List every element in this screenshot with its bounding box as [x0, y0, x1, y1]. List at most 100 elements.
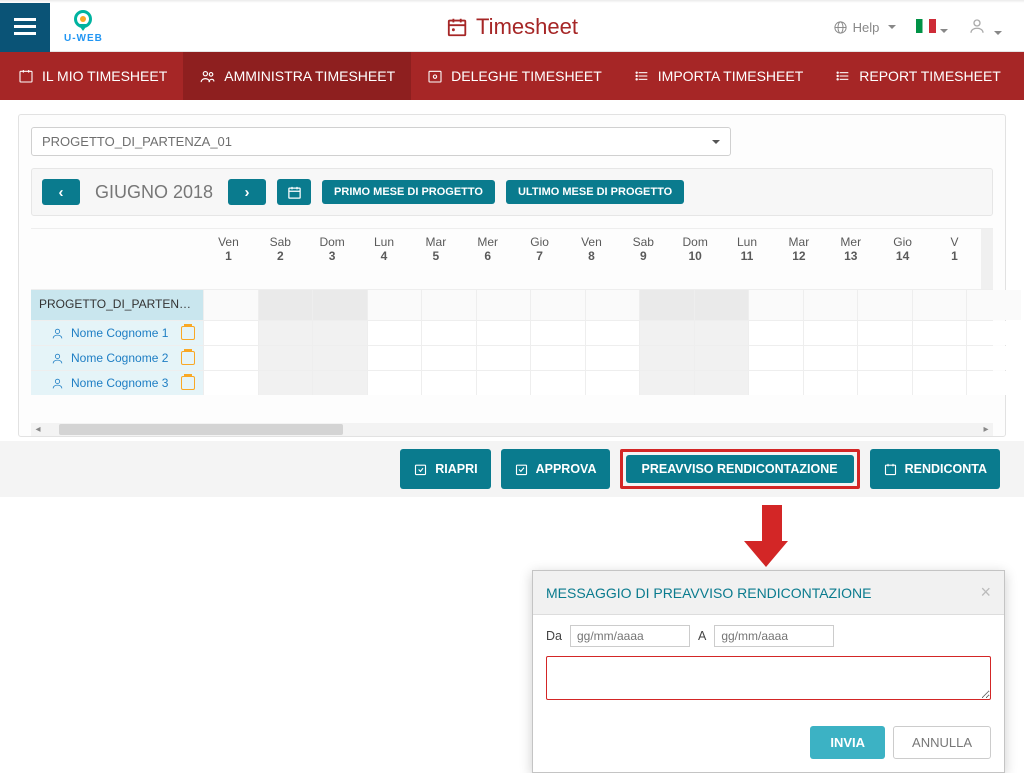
message-textarea[interactable]: [546, 656, 991, 700]
grid-cell[interactable]: [421, 321, 476, 345]
menu-toggle[interactable]: [0, 3, 50, 52]
grid-cell[interactable]: [639, 290, 694, 320]
grid-cell[interactable]: [367, 290, 422, 320]
grid-cell[interactable]: [476, 371, 531, 395]
calendar-user-icon: [427, 68, 443, 84]
person-calendar-icon[interactable]: [181, 351, 195, 365]
grid-cell[interactable]: [530, 321, 585, 345]
grid-cell[interactable]: [585, 346, 640, 370]
grid-cell[interactable]: [367, 371, 422, 395]
grid-cell[interactable]: [694, 346, 749, 370]
grid-cell[interactable]: [476, 346, 531, 370]
nav-deleghe-timesheet[interactable]: DELEGHE TIMESHEET: [411, 52, 618, 100]
scroll-thumb[interactable]: [59, 424, 343, 435]
rendiconta-button[interactable]: RENDICONTA: [870, 449, 1000, 489]
grid-cell[interactable]: [312, 290, 367, 320]
grid-cell[interactable]: [639, 321, 694, 345]
nav-admin-timesheet[interactable]: AMMINISTRA TIMESHEET: [183, 52, 411, 100]
grid-cell[interactable]: [367, 346, 422, 370]
grid-cell[interactable]: [639, 346, 694, 370]
grid-cell[interactable]: [912, 371, 967, 395]
person-label[interactable]: Nome Cognome 3: [31, 371, 203, 395]
grid-cell[interactable]: [258, 346, 313, 370]
next-month-button[interactable]: ›: [228, 179, 266, 205]
nav-label: REPORT TIMESHEET: [859, 68, 1001, 84]
riapri-button[interactable]: RIAPRI: [400, 449, 490, 489]
grid-cell[interactable]: [203, 321, 258, 345]
ultimo-mese-button[interactable]: ULTIMO MESE DI PROGETTO: [506, 180, 684, 204]
grid-cell[interactable]: [748, 290, 803, 320]
scroll-right-icon[interactable]: ▸: [979, 424, 993, 435]
language-selector[interactable]: [916, 19, 948, 36]
grid-cell[interactable]: [312, 346, 367, 370]
grid-cell[interactable]: [803, 346, 858, 370]
grid-cell[interactable]: [203, 371, 258, 395]
grid-cell[interactable]: [258, 321, 313, 345]
grid-cell[interactable]: [258, 290, 313, 320]
grid-cell[interactable]: [857, 290, 912, 320]
grid-cell[interactable]: [748, 321, 803, 345]
person-label[interactable]: Nome Cognome 2: [31, 346, 203, 370]
grid-cell[interactable]: [966, 371, 1021, 395]
grid-cell[interactable]: [694, 371, 749, 395]
nav-label: DELEGHE TIMESHEET: [451, 68, 602, 84]
grid-cell[interactable]: [312, 371, 367, 395]
nav-importa-timesheet[interactable]: IMPORTA TIMESHEET: [618, 52, 819, 100]
invia-button[interactable]: INVIA: [810, 726, 885, 759]
person-label[interactable]: Nome Cognome 1: [31, 321, 203, 345]
grid-cell[interactable]: [367, 321, 422, 345]
grid-cell[interactable]: [857, 371, 912, 395]
grid-cell[interactable]: [748, 346, 803, 370]
grid-cell[interactable]: [694, 321, 749, 345]
primo-mese-button[interactable]: PRIMO MESE DI PROGETTO: [322, 180, 495, 204]
preavviso-button[interactable]: PREAVVISO RENDICONTAZIONE: [626, 455, 854, 483]
grid-cell[interactable]: [857, 321, 912, 345]
modal-close-button[interactable]: ×: [980, 582, 991, 603]
prev-month-button[interactable]: ‹: [42, 179, 80, 205]
grid-cell[interactable]: [803, 290, 858, 320]
scroll-left-icon[interactable]: ◂: [31, 424, 45, 435]
grid-cell[interactable]: [803, 321, 858, 345]
grid-cell[interactable]: [966, 290, 1021, 320]
calendar-picker-button[interactable]: [277, 179, 311, 205]
grid-cell[interactable]: [585, 290, 640, 320]
grid-cell[interactable]: [639, 371, 694, 395]
grid-cell[interactable]: [421, 290, 476, 320]
grid-cell[interactable]: [966, 321, 1021, 345]
annulla-button[interactable]: ANNULLA: [893, 726, 991, 759]
grid-cell[interactable]: [585, 371, 640, 395]
grid-cell[interactable]: [203, 290, 258, 320]
grid-cell[interactable]: [421, 371, 476, 395]
grid-cell[interactable]: [530, 346, 585, 370]
user-menu[interactable]: [968, 17, 1002, 38]
day-header: Mar12: [773, 229, 825, 289]
grid-cell[interactable]: [803, 371, 858, 395]
grid-cell[interactable]: [476, 290, 531, 320]
grid-cell[interactable]: [912, 346, 967, 370]
nav-my-timesheet[interactable]: IL MIO TIMESHEET: [2, 52, 183, 100]
grid-cell[interactable]: [312, 321, 367, 345]
approva-button[interactable]: APPROVA: [501, 449, 610, 489]
grid-cell[interactable]: [694, 290, 749, 320]
project-select[interactable]: PROGETTO_DI_PARTENZA_01: [31, 127, 731, 156]
help-link[interactable]: Help: [833, 20, 897, 35]
grid-cell[interactable]: [258, 371, 313, 395]
grid-cell[interactable]: [530, 290, 585, 320]
grid-cell[interactable]: [857, 346, 912, 370]
grid-cell[interactable]: [966, 346, 1021, 370]
horizontal-scrollbar[interactable]: ◂ ▸: [31, 423, 993, 436]
grid-cell[interactable]: [912, 321, 967, 345]
grid-cell[interactable]: [421, 346, 476, 370]
grid-cell[interactable]: [203, 346, 258, 370]
grid-cell[interactable]: [912, 290, 967, 320]
person-calendar-icon[interactable]: [181, 326, 195, 340]
grid-cell[interactable]: [585, 321, 640, 345]
nav-report-timesheet[interactable]: REPORT TIMESHEET: [819, 52, 1017, 100]
grid-cell[interactable]: [530, 371, 585, 395]
person-calendar-icon[interactable]: [181, 376, 195, 390]
project-label[interactable]: PROGETTO_DI_PARTENZ...: [31, 290, 203, 320]
grid-cell[interactable]: [748, 371, 803, 395]
date-from-input[interactable]: [570, 625, 690, 647]
grid-cell[interactable]: [476, 321, 531, 345]
date-to-input[interactable]: [714, 625, 834, 647]
